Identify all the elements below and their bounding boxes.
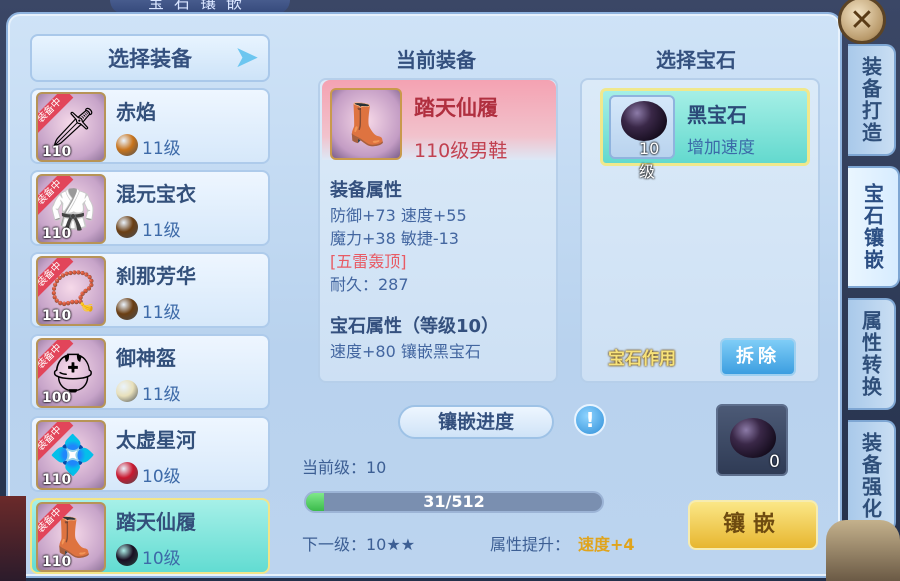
decoration-right (826, 520, 900, 581)
close-icon: ✕ (849, 2, 875, 38)
current-equipment-title: 当前装备 (396, 48, 476, 72)
shoe-icon: 👢 (330, 88, 402, 160)
equipment-name: 御神盔 (116, 346, 176, 370)
attribute-line: 防御+73 速度+55 (330, 206, 467, 225)
equipment-name: 混元宝衣 (116, 182, 196, 206)
inlay-progress-title: 镶嵌进度 (398, 405, 554, 439)
equipment-list: 选择装备 ➤ 🗡 装备中 110 赤焰 11级 🥋 装备中 110 混元宝衣 1… (30, 34, 270, 574)
equipment-level: 110 (42, 226, 72, 242)
gem-attributes: 宝石属性（等级10） 速度+80 镶嵌黑宝石 (330, 312, 554, 363)
equipment-item[interactable]: 👢 装备中 110 踏天仙履 10级 (30, 498, 270, 574)
equipment-item[interactable]: 💠 装备中 110 太虚星河 10级 (30, 416, 270, 492)
attribute-line: 魔力+38 敏捷-13 (330, 229, 459, 248)
attributes-title: 装备属性 (330, 180, 402, 201)
equipment-icon: 🥋 装备中 110 (36, 174, 106, 244)
inlay-button[interactable]: 镶嵌 (688, 500, 818, 550)
durability: 耐久：287 (330, 275, 409, 294)
gem-level: 10级 (639, 139, 660, 181)
current-equipment-type: 110级男鞋 (414, 140, 508, 162)
tab-gem-inlay[interactable]: 宝石镶嵌 (848, 166, 900, 288)
equipment-level: 110 (42, 472, 72, 488)
gem-icon (116, 134, 138, 156)
equipment-item[interactable]: 🗡 装备中 110 赤焰 11级 (30, 88, 270, 164)
gem-level: 11级 (142, 221, 181, 241)
equipment-name: 踏天仙履 (116, 510, 196, 534)
equipment-icon: 👢 装备中 110 (36, 502, 106, 572)
decoration-left (0, 496, 26, 581)
tab-equip-enhance[interactable]: 装备强化 (848, 420, 896, 532)
next-level: 下一级：10★★ (302, 535, 416, 554)
gem-attribute-line: 速度+80 镶嵌黑宝石 (330, 342, 481, 361)
current-equipment-header: 👢 踏天仙履 110级男鞋 (322, 80, 556, 162)
equipment-item[interactable]: 🥋 装备中 110 混元宝衣 11级 (30, 170, 270, 246)
attr-up-value: 速度+4 (578, 535, 635, 554)
arrow-right-icon[interactable]: ➤ (234, 42, 264, 74)
gem-level: 10级 (142, 467, 181, 487)
equipment-item[interactable]: 📿 装备中 110 刹那芳华 11级 (30, 252, 270, 328)
equipment-level: 110 (42, 308, 72, 324)
gem-level: 11级 (142, 303, 181, 323)
inlay-progress-bar: 31/512 (304, 491, 604, 513)
current-equipment-card: 👢 踏天仙履 110级男鞋 装备属性 防御+73 速度+55 魔力+38 敏捷-… (318, 78, 558, 383)
gem-level: 11级 (142, 139, 181, 159)
equipment-icon: 💠 装备中 110 (36, 420, 106, 490)
gem-material-slot[interactable]: 0 (716, 404, 788, 476)
equipment-icon: ⛑ 装备中 100 (36, 338, 106, 408)
remove-button[interactable]: 拆除 (720, 338, 796, 376)
select-gem-title: 选择宝石 (656, 48, 736, 72)
special-skill: [五雷轰顶] (330, 252, 407, 271)
black-gem-icon (621, 101, 667, 141)
gem-effect-button[interactable]: 宝石作用 (608, 344, 676, 369)
equipment-list-title: 选择装备 (108, 47, 192, 71)
equipment-level: 110 (42, 554, 72, 570)
info-icon[interactable]: ! (574, 404, 606, 436)
equipment-name: 刹那芳华 (116, 264, 196, 288)
gem-icon (116, 462, 138, 484)
equipment-item[interactable]: ⛑ 装备中 100 御神盔 11级 (30, 334, 270, 410)
equipment-list-header: 选择装备 ➤ (30, 34, 270, 82)
equipment-level: 110 (42, 144, 72, 160)
gem-select-panel: 10级 黑宝石 增加速度 宝石作用 拆除 (580, 78, 820, 383)
gem-count: 0 (769, 452, 780, 472)
equipment-name: 太虚星河 (116, 428, 196, 452)
equipment-name: 赤焰 (116, 100, 156, 124)
equipment-level: 100 (42, 390, 72, 406)
current-level: 当前级：10 (302, 458, 387, 477)
equipment-attributes: 装备属性 防御+73 速度+55 魔力+38 敏捷-13 [五雷轰顶] 耐久：2… (330, 176, 550, 296)
gem-icon (116, 298, 138, 320)
gem-description: 增加速度 (687, 138, 755, 158)
gem-icon (116, 216, 138, 238)
tab-attr-convert[interactable]: 属性转换 (848, 298, 896, 410)
gem-name: 黑宝石 (687, 103, 747, 127)
gem-level: 10级 (142, 549, 181, 569)
tab-equip-forge[interactable]: 装备打造 (848, 44, 896, 156)
side-tabs: 装备打造 宝石镶嵌 属性转换 装备强化 (848, 44, 900, 542)
gem-attributes-title: 宝石属性（等级10） (330, 316, 500, 337)
progress-text: 31/512 (423, 492, 485, 511)
gem-icon (116, 544, 138, 566)
current-equipment-name: 踏天仙履 (414, 96, 498, 120)
equipment-icon: 🗡 装备中 110 (36, 92, 106, 162)
gem-level: 11级 (142, 385, 181, 405)
gem-icon (116, 380, 138, 402)
gem-card[interactable]: 10级 黑宝石 增加速度 (600, 88, 810, 181)
black-gem-slot: 10级 (609, 95, 675, 181)
attr-up-label: 属性提升： (490, 535, 571, 554)
equipment-icon: 📿 装备中 110 (36, 256, 106, 326)
